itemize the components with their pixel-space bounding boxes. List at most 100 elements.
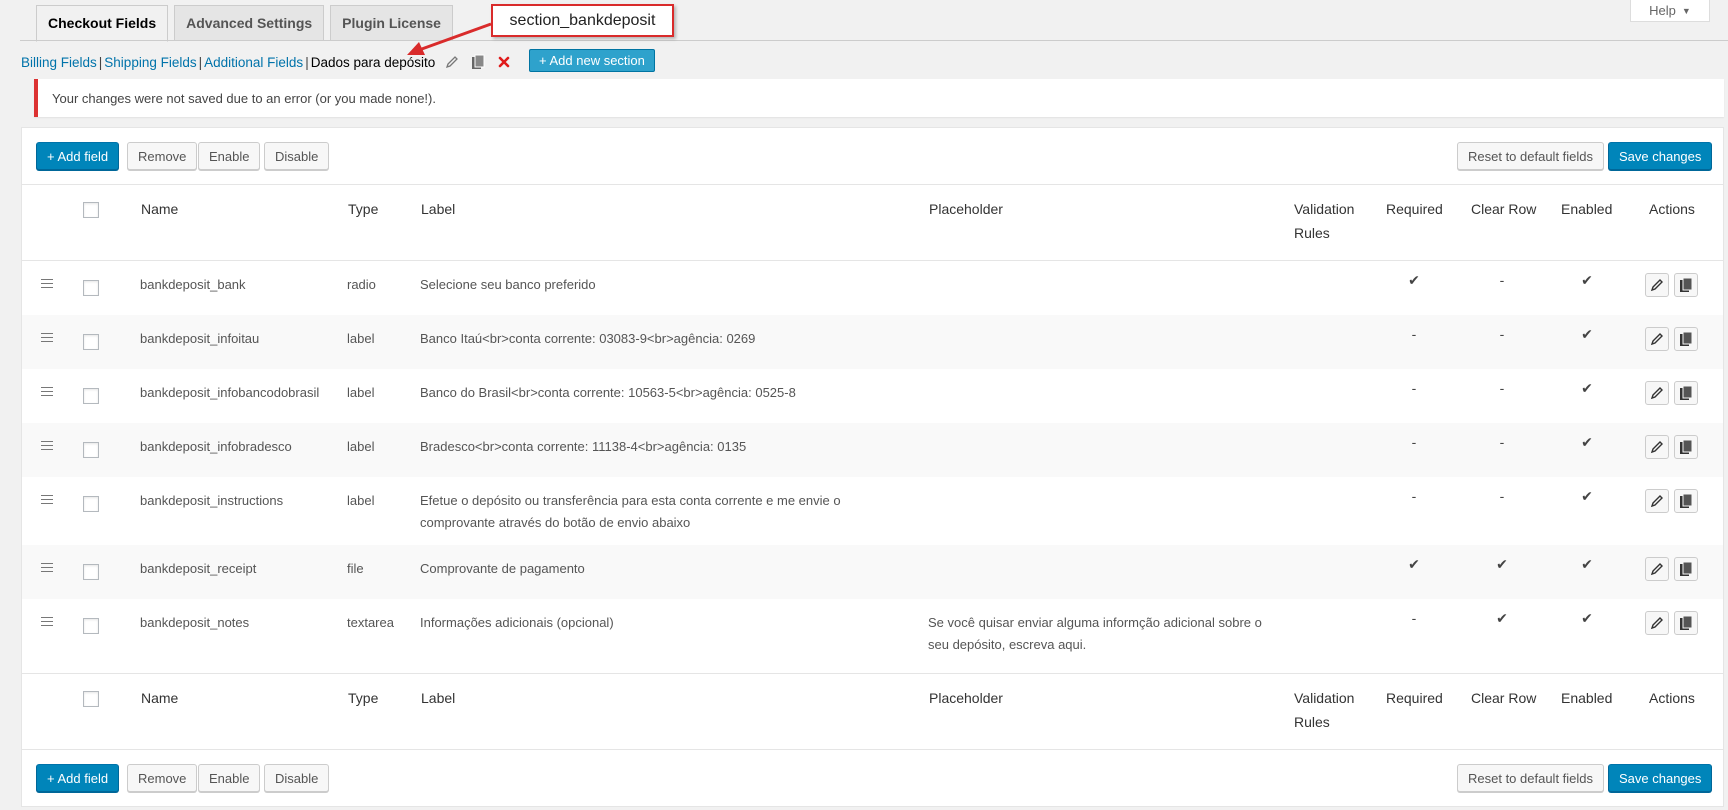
section-link-shipping[interactable]: Shipping Fields [104,55,196,70]
separator: | [198,54,203,70]
row-checkbox[interactable] [83,564,99,580]
disable-button[interactable]: Disable [264,142,330,170]
reset-defaults-button[interactable]: Reset to default fields [1457,142,1605,170]
col-type: Type [348,201,379,217]
field-label-line1: Comprovante de pagamento [420,561,585,576]
separator: | [98,54,103,70]
disable-button[interactable]: Disable [264,764,330,792]
copy-field-button[interactable] [1674,435,1698,459]
copy-field-button[interactable] [1674,489,1698,513]
col-required: Required [1386,690,1443,706]
section-link-billing[interactable]: Billing Fields [21,55,97,70]
enabled-mark: ✔ [1581,326,1593,342]
table-row[interactable]: bankdeposit_receipt file Comprovante de … [22,545,1723,599]
field-label-line2: comprovante através do botão de envio ab… [420,515,691,530]
drag-handle-icon[interactable] [41,617,53,629]
copy-field-button[interactable] [1674,557,1698,581]
col-placeholder: Placeholder [929,201,1003,217]
field-name: bankdeposit_infoitau [140,331,260,346]
col-validation-line1: Validation [1294,201,1355,217]
field-name: bankdeposit_notes [140,615,250,630]
fields-panel: + Add field Remove Enable Disable Reset … [21,127,1724,807]
pencil-icon [1650,441,1663,454]
col-label: Label [421,690,456,706]
edit-field-button[interactable] [1645,381,1669,405]
drag-handle-icon[interactable] [41,333,53,345]
field-label: Banco do Brasil<br>conta corrente: 10563… [420,382,796,404]
enable-button[interactable]: Enable [198,142,261,170]
field-label: Banco Itaú<br>conta corrente: 03083-9<br… [420,328,755,350]
help-label: Help [1649,3,1676,18]
drag-handle-icon[interactable] [41,495,53,507]
row-checkbox[interactable] [83,442,99,458]
add-field-button[interactable]: + Add field [36,142,120,170]
col-actions: Actions [1649,201,1695,217]
row-checkbox[interactable] [83,388,99,404]
copy-field-button[interactable] [1674,327,1698,351]
col-name: Name [141,690,179,706]
help-button[interactable]: Help ▼ [1630,0,1710,22]
table-row[interactable]: bankdeposit_infobradesco label Bradesco<… [22,423,1723,477]
enabled-mark: ✔ [1581,434,1593,450]
row-checkbox[interactable] [83,334,99,350]
row-checkbox[interactable] [83,618,99,634]
select-all-checkbox[interactable] [83,202,99,218]
clear-row-mark: ✔ [1496,610,1508,626]
add-field-button[interactable]: + Add field [36,764,120,792]
drag-handle-icon[interactable] [41,563,53,575]
drag-handle-icon[interactable] [41,441,53,453]
delete-icon[interactable] [495,53,513,71]
section-link-additional[interactable]: Additional Fields [204,55,303,70]
col-validation-line2: Rules [1294,714,1330,730]
col-required: Required [1386,201,1443,217]
enabled-mark: ✔ [1581,610,1593,626]
col-clear-row: Clear Row [1471,201,1537,217]
table-row[interactable]: bankdeposit_bank radio Selecione seu ban… [22,261,1723,315]
clear-row-mark: ✔ [1496,556,1508,572]
reset-defaults-button[interactable]: Reset to default fields [1457,764,1605,792]
table-row[interactable]: bankdeposit_infoitau label Banco Itaú<br… [22,315,1723,369]
error-notice: Your changes were not saved due to an er… [34,79,1724,117]
field-label: Comprovante de pagamento [420,558,585,580]
add-new-section-button[interactable]: + Add new section [529,49,655,72]
remove-button[interactable]: Remove [127,142,198,170]
annotation-arrow-icon [407,22,492,55]
clear-row-mark: - [1499,434,1505,450]
remove-button[interactable]: Remove [127,764,198,792]
table-row[interactable]: bankdeposit_instructions label Efetue o … [22,477,1723,545]
clear-row-mark: - [1499,488,1505,504]
field-placeholder-line2: seu depósito, escreva aqui. [928,637,1087,652]
required-mark: - [1411,326,1417,342]
edit-field-button[interactable] [1645,557,1669,581]
edit-field-button[interactable] [1645,327,1669,351]
copy-icon [1680,439,1693,454]
tab-bar: Checkout Fields Advanced Settings Plugin… [36,5,453,42]
col-clear-row: Clear Row [1471,690,1537,706]
select-all-checkbox[interactable] [83,691,99,707]
table-row[interactable]: bankdeposit_infobancodobrasil label Banc… [22,369,1723,423]
tab-advanced-settings[interactable]: Advanced Settings [174,5,325,41]
save-changes-button[interactable]: Save changes [1608,764,1713,792]
enable-button[interactable]: Enable [198,764,261,792]
edit-field-button[interactable] [1645,489,1669,513]
field-name: bankdeposit_infobradesco [140,439,292,454]
table-row[interactable]: bankdeposit_notes textarea Informações a… [22,599,1723,667]
col-validation: Validation Rules [1294,197,1354,245]
tab-checkout-fields[interactable]: Checkout Fields [36,5,169,42]
clear-row-mark: - [1499,272,1505,288]
row-checkbox[interactable] [83,280,99,296]
edit-field-button[interactable] [1645,611,1669,635]
copy-field-button[interactable] [1674,381,1698,405]
save-changes-button[interactable]: Save changes [1608,142,1713,170]
row-checkbox[interactable] [83,496,99,512]
drag-handle-icon[interactable] [41,279,53,291]
copy-field-button[interactable] [1674,611,1698,635]
drag-handle-icon[interactable] [41,387,53,399]
edit-field-button[interactable] [1645,273,1669,297]
field-type: label [347,439,375,454]
copy-field-button[interactable] [1674,273,1698,297]
field-label-line1: Efetue o depósito ou transferência para … [420,493,841,508]
edit-field-button[interactable] [1645,435,1669,459]
field-name: bankdeposit_instructions [140,493,284,508]
field-name: bankdeposit_bank [140,277,246,292]
